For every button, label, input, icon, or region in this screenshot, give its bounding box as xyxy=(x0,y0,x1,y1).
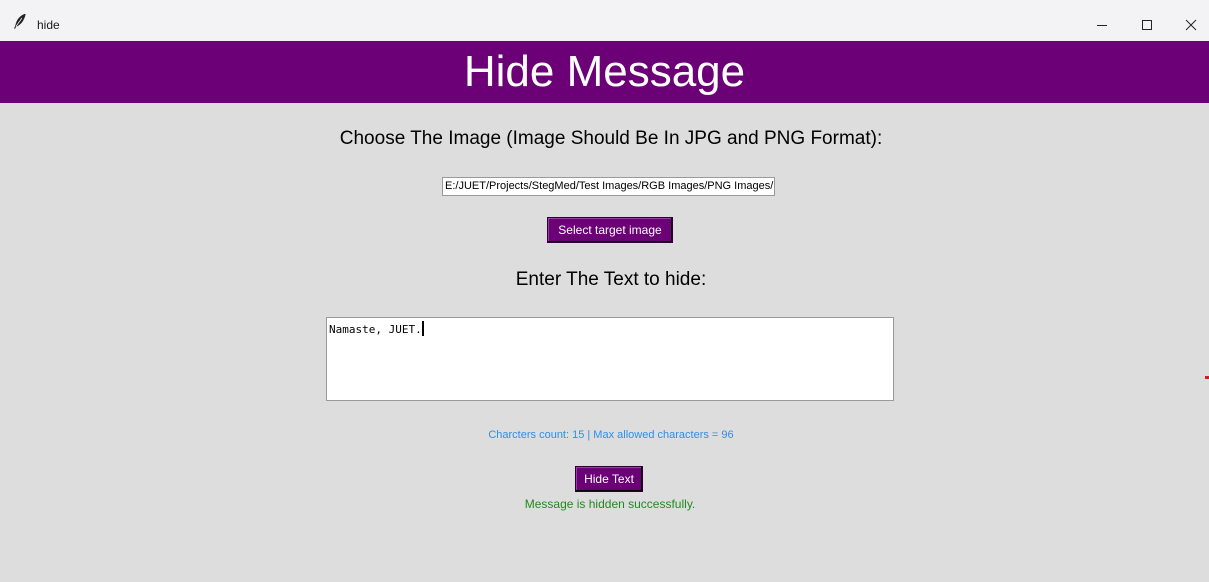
image-path-input[interactable]: E:/JUET/Projects/StegMed/Test Images/RGB… xyxy=(442,177,775,196)
status-message: Message is hidden successfully. xyxy=(524,497,696,511)
close-icon xyxy=(1185,19,1197,30)
edge-marker xyxy=(1205,376,1209,379)
message-textarea[interactable]: Namaste, JUET. xyxy=(326,317,894,401)
message-text: Namaste, JUET. xyxy=(329,323,422,336)
select-target-image-button[interactable]: Select target image xyxy=(547,217,673,243)
hide-text-button[interactable]: Hide Text xyxy=(575,466,643,492)
window-title: hide xyxy=(37,18,60,32)
header-banner: Hide Message xyxy=(0,41,1209,103)
character-count-label: Charcters count: 15 | Max allowed charac… xyxy=(488,429,734,441)
maximize-icon xyxy=(1142,19,1152,30)
maximize-button[interactable] xyxy=(1127,8,1167,41)
enter-text-label: Enter The Text to hide: xyxy=(515,269,707,290)
minimize-icon xyxy=(1097,24,1107,26)
page-title: Hide Message xyxy=(463,47,746,96)
text-caret xyxy=(421,321,424,336)
close-button[interactable] xyxy=(1171,8,1209,41)
minimize-button[interactable] xyxy=(1082,8,1122,41)
choose-image-label: Choose The Image (Image Should Be In JPG… xyxy=(339,128,883,149)
feather-icon xyxy=(14,13,26,29)
title-bar[interactable]: hide xyxy=(0,0,1209,41)
app-window: hide Hide Message Choose The Image (Imag… xyxy=(0,0,1209,582)
